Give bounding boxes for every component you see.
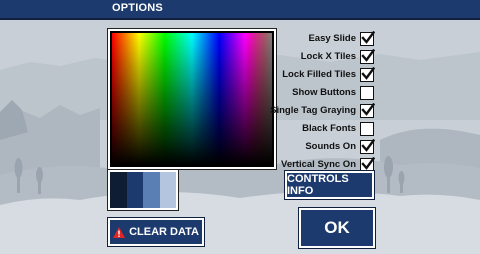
checkmark-icon xyxy=(361,138,375,152)
warning-icon xyxy=(113,226,126,238)
option-checkbox[interactable] xyxy=(360,121,374,136)
option-checkbox[interactable] xyxy=(360,156,375,172)
ok-button[interactable]: OK xyxy=(299,208,375,248)
title-bar: OPTIONS xyxy=(0,0,480,20)
color-picker-frame xyxy=(108,29,276,169)
option-label: Black Fonts xyxy=(302,123,356,134)
checkmark-icon xyxy=(361,156,375,170)
option-row: Show Buttons xyxy=(270,84,374,101)
option-checkbox[interactable] xyxy=(360,138,375,154)
option-label: Single Tag Graying xyxy=(270,105,356,116)
option-checkbox[interactable] xyxy=(360,102,375,118)
option-label: Lock Filled Tiles xyxy=(282,69,356,80)
window-title: OPTIONS xyxy=(112,2,163,14)
checkmark-icon xyxy=(361,30,375,44)
option-label: Easy Slide xyxy=(308,33,356,44)
clear-data-button[interactable]: CLEAR DATA xyxy=(108,218,204,246)
swatch-3[interactable] xyxy=(143,172,160,208)
option-checkbox[interactable] xyxy=(360,85,374,100)
ok-label: OK xyxy=(324,218,350,237)
checkmark-icon xyxy=(361,102,375,116)
option-row: Lock X Tiles xyxy=(270,48,375,65)
checkmark-icon xyxy=(361,48,375,62)
color-picker[interactable] xyxy=(112,33,272,165)
clear-data-label: CLEAR DATA xyxy=(129,226,199,238)
option-checkbox[interactable] xyxy=(360,66,375,82)
color-swatches xyxy=(108,170,178,210)
swatch-2[interactable] xyxy=(126,172,143,208)
option-row: Sounds On xyxy=(270,138,375,155)
option-row: Black Fonts xyxy=(270,120,374,137)
option-checkbox[interactable] xyxy=(360,48,375,64)
option-row: Easy Slide xyxy=(270,30,375,47)
option-label: Lock X Tiles xyxy=(300,51,356,62)
option-label: Vertical Sync On xyxy=(281,159,356,170)
option-checkbox[interactable] xyxy=(360,30,375,46)
controls-info-button[interactable]: CONTROLS INFO xyxy=(285,171,374,199)
options-list: Easy Slide Lock X Tiles Lock Filled Tiles S… xyxy=(270,30,375,174)
controls-info-label: CONTROLS INFO xyxy=(287,173,349,197)
swatch-4[interactable] xyxy=(159,172,176,208)
option-row: Lock Filled Tiles xyxy=(270,66,375,83)
checkmark-icon xyxy=(361,66,375,80)
option-label: Sounds On xyxy=(305,141,356,152)
option-label: Show Buttons xyxy=(292,87,356,98)
option-row: Single Tag Graying xyxy=(270,102,375,119)
swatch-1[interactable] xyxy=(110,172,127,208)
